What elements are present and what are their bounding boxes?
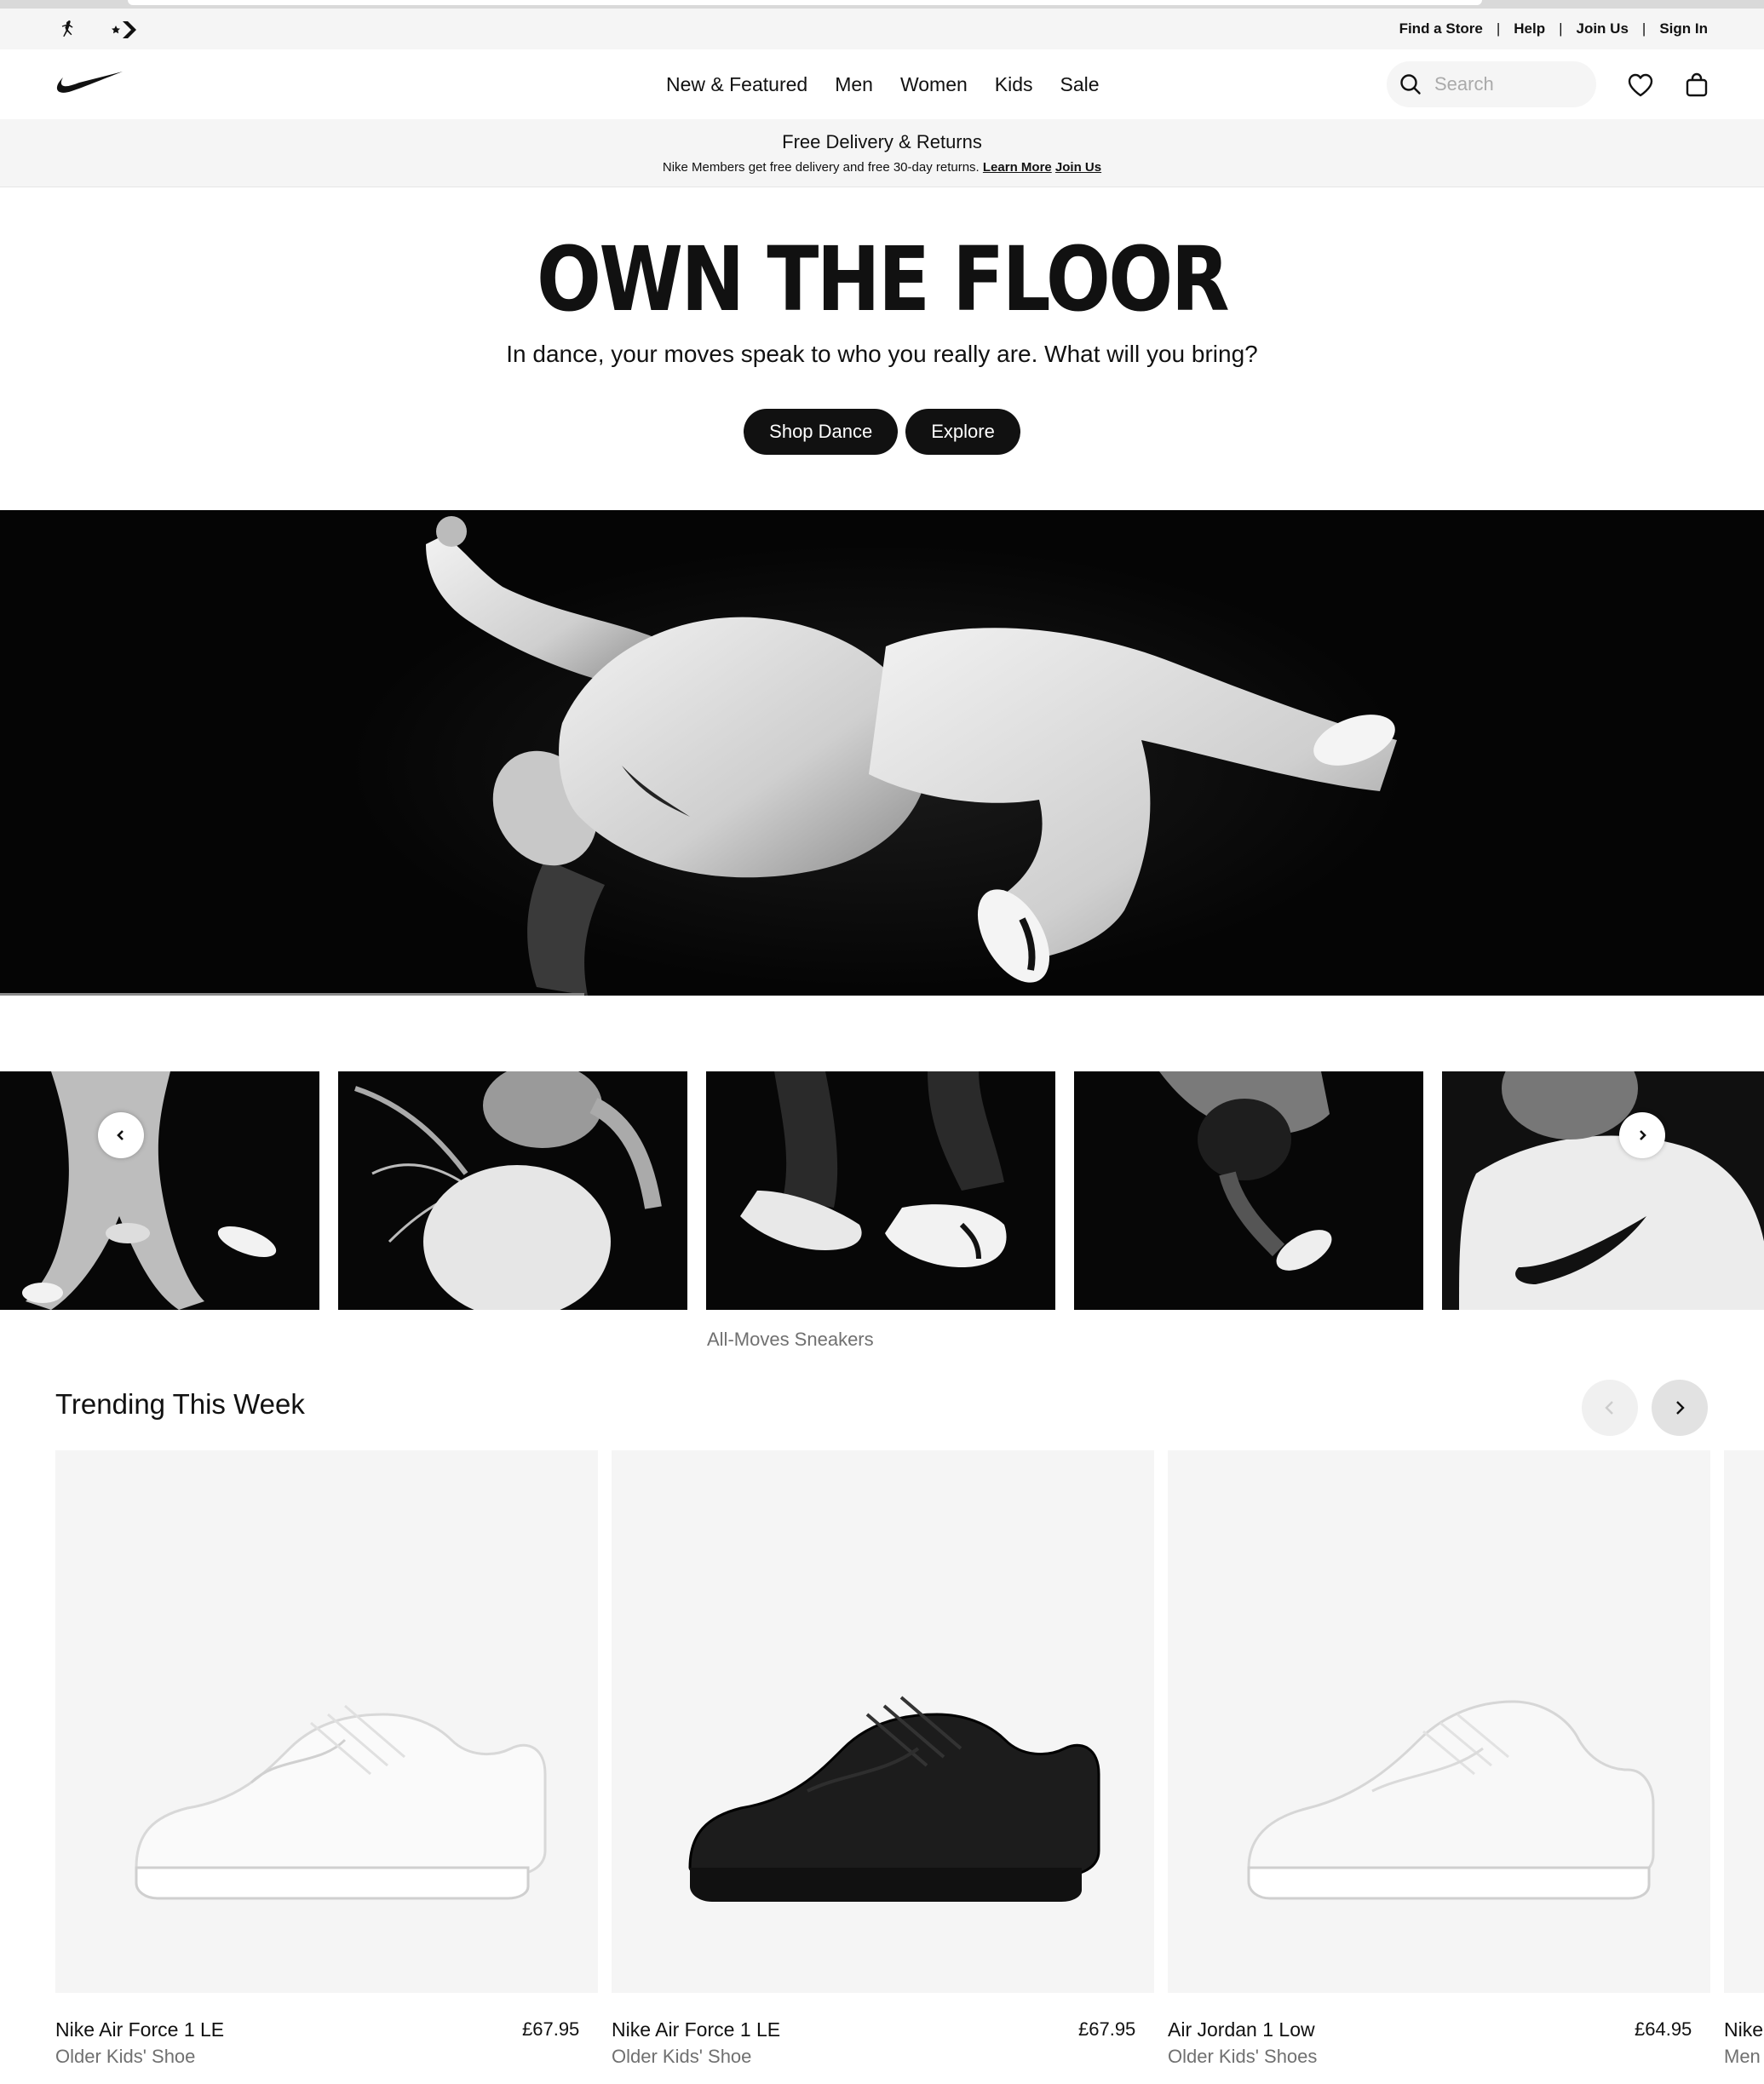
product-card-image[interactable]	[55, 1450, 598, 1993]
help-link[interactable]: Help	[1514, 20, 1545, 37]
nav-sale[interactable]: Sale	[1060, 73, 1100, 96]
product-subtitle: Older Kids' Shoes	[1168, 2046, 1318, 2067]
main-header: New & Featured Men Women Kids Sale	[0, 49, 1764, 119]
thumbnail-caption: All-Moves Sneakers	[707, 1329, 874, 1350]
product-price: £67.95	[522, 2018, 580, 2040]
product-subtitle: Older Kids' Shoe	[55, 2046, 196, 2067]
utility-bar: Find a Store | Help | Join Us | Sign In	[0, 9, 1764, 49]
search-icon[interactable]	[1387, 61, 1434, 107]
hero-cta-row: Shop Dance Explore	[0, 409, 1764, 455]
white-sneaker-image	[1247, 1700, 1655, 1900]
sign-in-link[interactable]: Sign In	[1659, 20, 1708, 37]
separator: |	[1496, 20, 1501, 37]
find-a-store-link[interactable]: Find a Store	[1399, 20, 1483, 37]
favourites-heart-icon[interactable]	[1623, 68, 1658, 102]
product-name[interactable]: Air Jordan 1 Low	[1168, 2018, 1315, 2041]
promo-text: Nike Members get free delivery and free …	[662, 160, 980, 175]
separator: |	[1559, 20, 1563, 37]
thumbnail-2[interactable]	[338, 1071, 687, 1310]
search-box[interactable]	[1387, 61, 1596, 107]
thumbnail-1[interactable]	[0, 1071, 319, 1310]
product-card-image[interactable]	[1724, 1450, 1764, 1993]
learn-more-link[interactable]: Learn More	[983, 160, 1052, 175]
shop-dance-button[interactable]: Shop Dance	[744, 409, 899, 455]
hero-subtitle: In dance, your moves speak to who you re…	[506, 341, 1258, 367]
join-us-link[interactable]: Join Us	[1577, 20, 1629, 37]
chevron-left-icon	[1605, 1401, 1613, 1415]
product-name[interactable]: Nike	[1724, 2018, 1763, 2041]
nav-kids[interactable]: Kids	[995, 73, 1033, 96]
separator: |	[1641, 20, 1646, 37]
jordan-logo-icon[interactable]	[55, 15, 83, 44]
product-card-image[interactable]	[612, 1450, 1154, 1993]
black-sneaker-image	[688, 1696, 1100, 1902]
product-card-image[interactable]	[1168, 1450, 1710, 1993]
product-name[interactable]: Nike Air Force 1 LE	[612, 2018, 780, 2041]
promo-title: Free Delivery & Returns	[782, 131, 982, 152]
shopping-bag-icon[interactable]	[1680, 68, 1714, 102]
promo-banner: Free Delivery & Returns Nike Members get…	[0, 119, 1764, 187]
chevron-left-icon	[117, 1130, 124, 1140]
product-name[interactable]: Nike Air Force 1 LE	[55, 2018, 224, 2041]
utility-links: Find a Store | Help | Join Us | Sign In	[1399, 9, 1708, 49]
product-subtitle: Older Kids' Shoe	[612, 2046, 752, 2067]
thumbnails-next-button[interactable]	[1619, 1112, 1665, 1158]
trending-title: Trending This Week	[55, 1388, 305, 1420]
promo-join-us-link[interactable]: Join Us	[1055, 160, 1101, 175]
thumbnails-prev-button[interactable]	[98, 1112, 144, 1158]
trending-prev-button[interactable]	[1582, 1380, 1638, 1436]
thumbnail-4[interactable]	[1074, 1071, 1423, 1310]
search-input[interactable]	[1434, 73, 1579, 95]
product-price: £67.95	[1078, 2018, 1136, 2040]
nav-new-featured[interactable]: New & Featured	[666, 73, 807, 96]
thumbnail-carousel	[0, 1071, 1764, 1310]
nav-women[interactable]: Women	[900, 73, 968, 96]
chevron-right-icon	[1640, 1130, 1646, 1140]
nav-men[interactable]: Men	[835, 73, 873, 96]
white-sneaker-image	[135, 1704, 547, 1900]
nike-swoosh-logo[interactable]	[55, 68, 124, 99]
primary-nav: New & Featured Men Women Kids Sale	[666, 49, 1100, 119]
hero-dancer-image[interactable]	[0, 510, 1764, 996]
promo-text-line: Nike Members get free delivery and free …	[0, 160, 1764, 175]
hero-title: OWN THE FLOOR	[536, 227, 1230, 331]
converse-logo-icon[interactable]	[111, 15, 140, 44]
trending-next-button[interactable]	[1652, 1380, 1708, 1436]
product-subtitle: Men	[1724, 2046, 1761, 2067]
thumbnail-3[interactable]	[706, 1071, 1055, 1310]
explore-button[interactable]: Explore	[905, 409, 1020, 455]
browser-top-strip	[0, 0, 1764, 9]
chevron-right-icon	[1676, 1401, 1685, 1415]
thumbnail-5[interactable]	[1442, 1071, 1764, 1310]
hero-progress-bar	[0, 993, 584, 996]
product-price: £64.95	[1635, 2018, 1692, 2040]
